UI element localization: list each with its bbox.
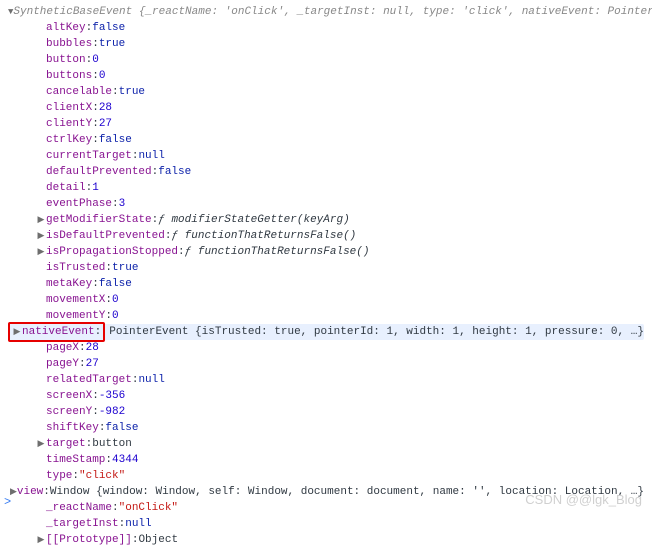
prop-isTrusted[interactable]: ▶isTrusted: true <box>8 260 644 276</box>
prop-eventPhase[interactable]: ▶eventPhase: 3 <box>8 196 644 212</box>
prop-ctrlKey[interactable]: ▶ctrlKey: false <box>8 132 644 148</box>
prop-relatedTarget[interactable]: ▶relatedTarget: null <box>8 372 644 388</box>
highlight-box: ▶ nativeEvent: <box>8 322 105 342</box>
prop-targetInst[interactable]: ▶_targetInst: null <box>8 516 644 532</box>
watermark: CSDN @@lgk_Blog <box>525 492 642 508</box>
prop-defaultPrevented[interactable]: ▶defaultPrevented: false <box>8 164 644 180</box>
prop-shiftKey[interactable]: ▶shiftKey: false <box>8 420 644 436</box>
chevron-right-icon[interactable]: ▶ <box>36 212 46 228</box>
prop-type[interactable]: ▶type: "click" <box>8 468 644 484</box>
prop-altKey[interactable]: ▶altKey: false <box>8 20 644 36</box>
object-type-name: SyntheticBaseEvent <box>13 4 132 20</box>
prop-movementX[interactable]: ▶movementX: 0 <box>8 292 644 308</box>
chevron-right-icon[interactable]: ▶ <box>12 324 22 340</box>
prop-isPropagationStopped[interactable]: ▶isPropagationStopped: ƒ functionThatRet… <box>8 244 644 260</box>
chevron-right-icon[interactable]: ▶ <box>36 436 46 452</box>
prop-buttons[interactable]: ▶buttons: 0 <box>8 68 644 84</box>
prop-button[interactable]: ▶button: 0 <box>8 52 644 68</box>
prop-isDefaultPrevented[interactable]: ▶isDefaultPrevented: ƒ functionThatRetur… <box>8 228 644 244</box>
prop-target[interactable]: ▶target: button <box>8 436 644 452</box>
prop-cancelable[interactable]: ▶cancelable: true <box>8 84 644 100</box>
prop-detail[interactable]: ▶detail: 1 <box>8 180 644 196</box>
object-header[interactable]: ▼ SyntheticBaseEvent {_reactName: 'onCli… <box>8 4 644 20</box>
prop-nativeEvent[interactable]: ▶ nativeEvent: PointerEvent {isTrusted: … <box>8 324 644 340</box>
chevron-right-icon[interactable]: ▶ <box>36 532 46 548</box>
prop-pageX[interactable]: ▶pageX: 28 <box>8 340 644 356</box>
prop-screenY[interactable]: ▶screenY: -982 <box>8 404 644 420</box>
prop-pageY[interactable]: ▶pageY: 27 <box>8 356 644 372</box>
prop-screenX[interactable]: ▶screenX: -356 <box>8 388 644 404</box>
console-prompt-icon[interactable]: > <box>4 494 11 510</box>
prop-prototype[interactable]: ▶[[Prototype]]: Object <box>8 532 644 548</box>
prop-metaKey[interactable]: ▶metaKey: false <box>8 276 644 292</box>
nativeEvent-summary: PointerEvent {isTrusted: true, pointerId… <box>109 324 644 340</box>
chevron-right-icon[interactable]: ▶ <box>36 228 46 244</box>
chevron-right-icon[interactable]: ▶ <box>36 244 46 260</box>
prop-timeStamp[interactable]: ▶timeStamp: 4344 <box>8 452 644 468</box>
prop-clientX[interactable]: ▶clientX: 28 <box>8 100 644 116</box>
object-summary: {_reactName: 'onClick', _targetInst: nul… <box>139 4 652 20</box>
prop-getModifierState[interactable]: ▶getModifierState: ƒ modifierStateGetter… <box>8 212 644 228</box>
prop-currentTarget[interactable]: ▶currentTarget: null <box>8 148 644 164</box>
prop-bubbles[interactable]: ▶bubbles: true <box>8 36 644 52</box>
prop-clientY[interactable]: ▶clientY: 27 <box>8 116 644 132</box>
